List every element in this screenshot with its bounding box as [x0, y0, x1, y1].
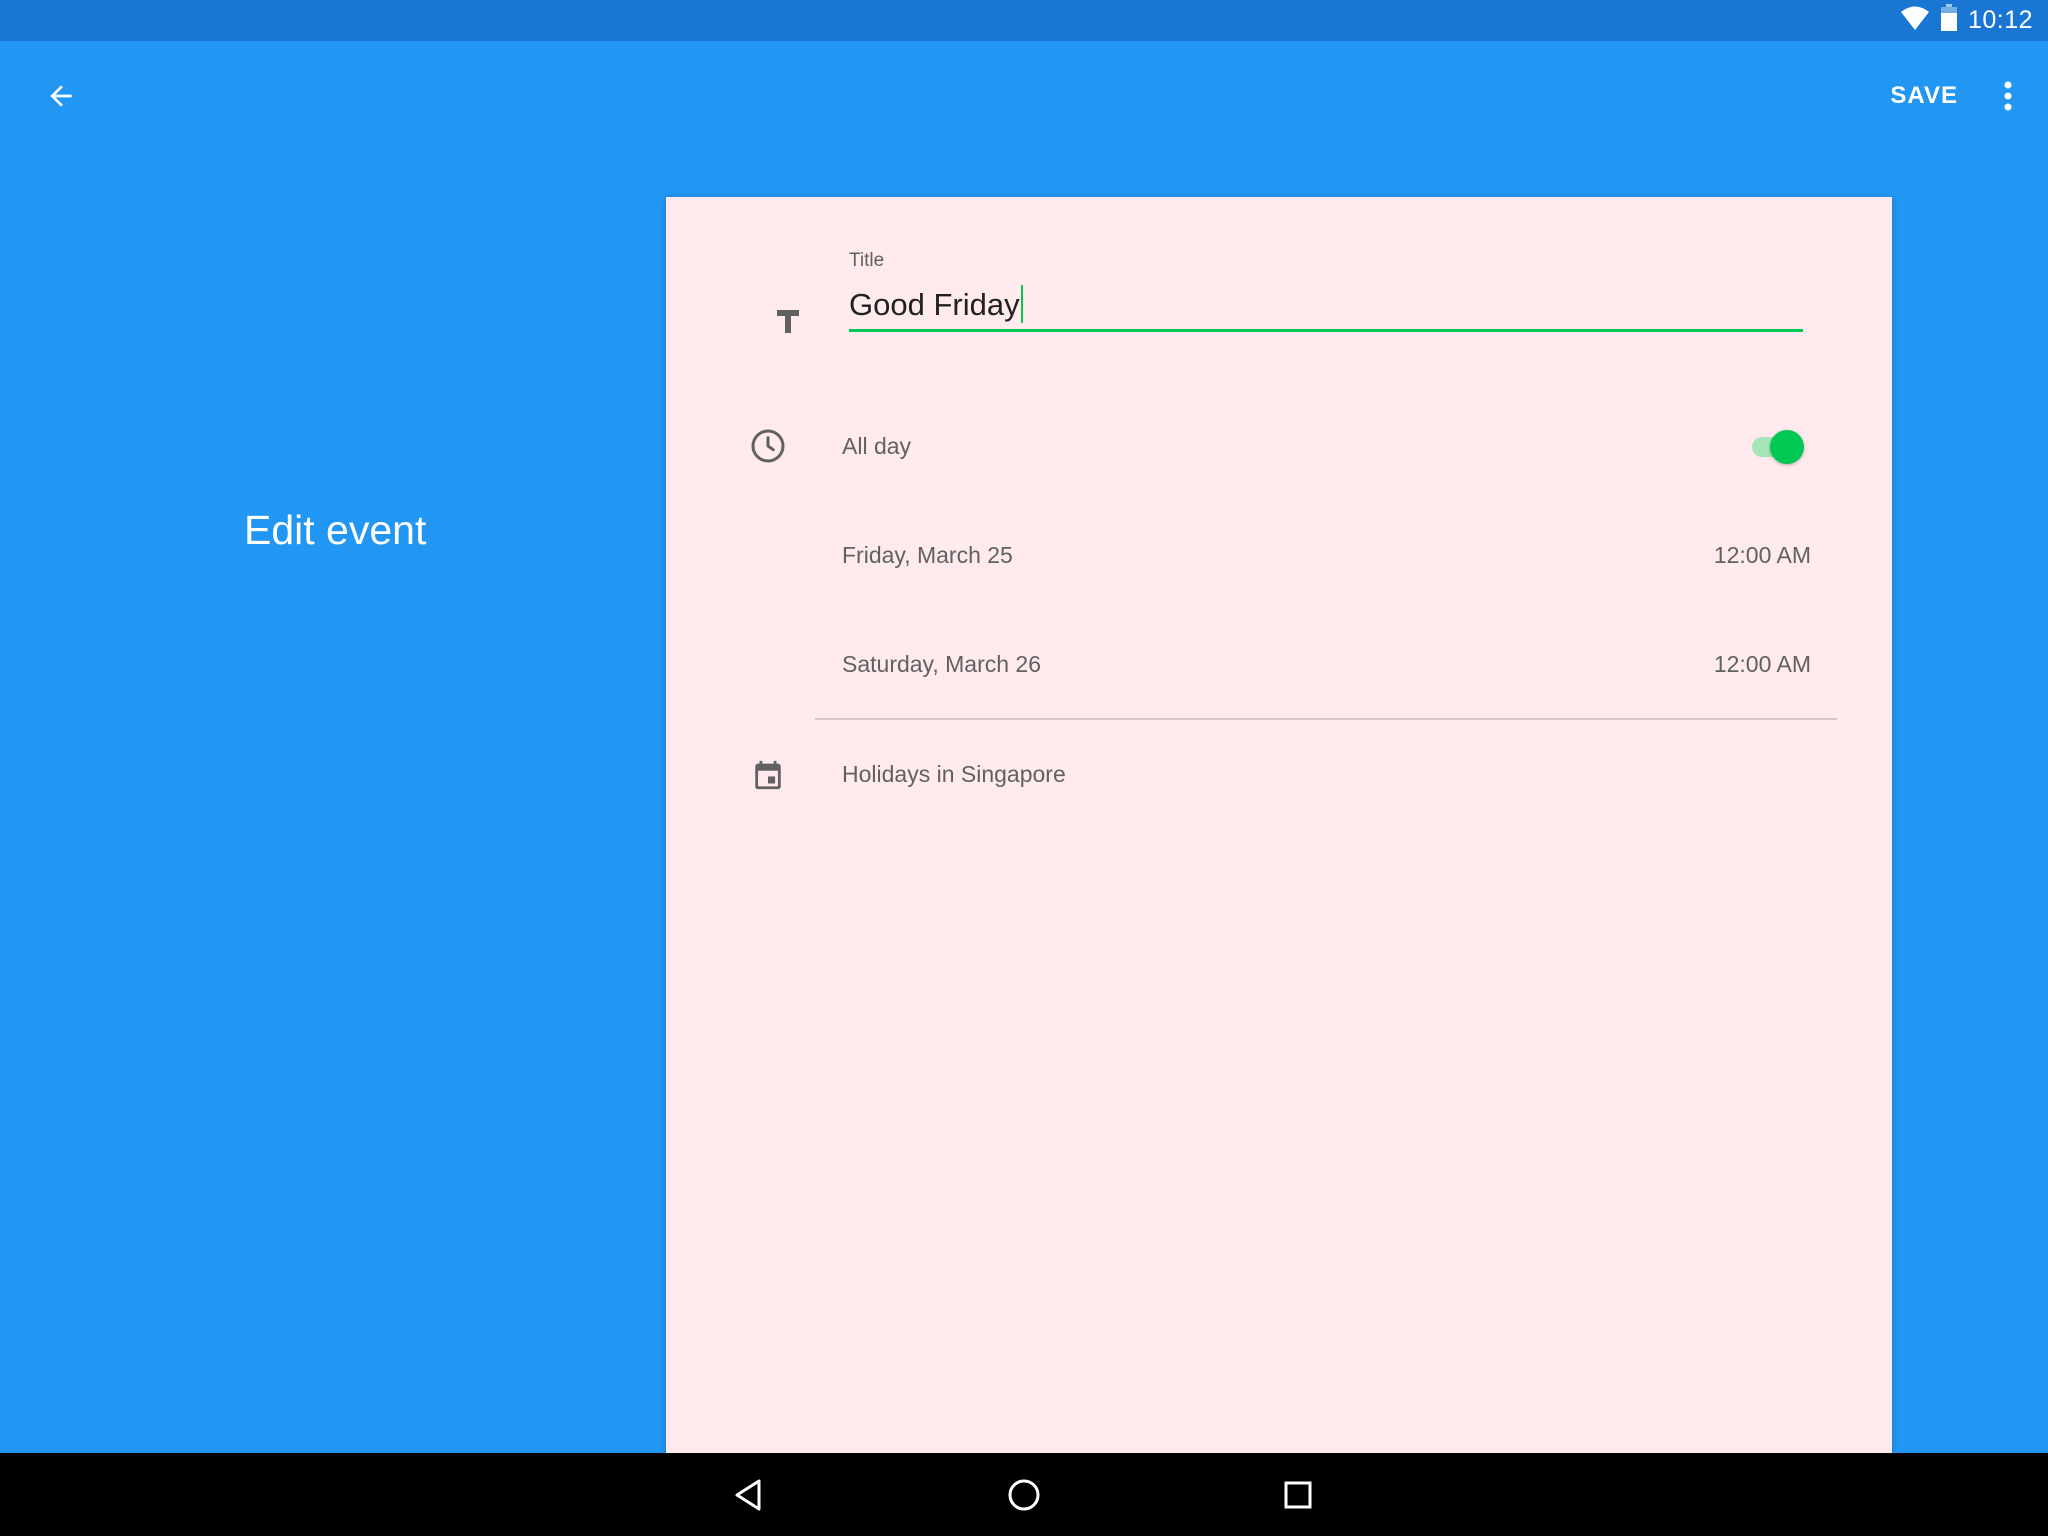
status-indicators: 10:12: [1900, 0, 2033, 41]
app-toolbar: SAVE: [0, 41, 2048, 149]
title-input-value: Good Friday: [849, 287, 1020, 322]
nav-back-icon: [735, 1479, 761, 1511]
nav-home-icon: [1008, 1479, 1040, 1511]
page-title: Edit event: [244, 507, 427, 553]
calendar-selector[interactable]: Holidays in Singapore: [842, 757, 1066, 791]
text-format-icon: [768, 301, 808, 341]
system-nav-bar: [0, 1453, 2048, 1536]
all-day-toggle[interactable]: [1748, 425, 1806, 467]
status-bar: 10:12: [0, 0, 2048, 41]
start-time[interactable]: 12:00 AM: [1714, 538, 1811, 572]
nav-home-button[interactable]: [996, 1467, 1052, 1523]
end-date[interactable]: Saturday, March 26: [842, 647, 1041, 681]
title-input[interactable]: Good Friday: [849, 281, 1803, 332]
start-date[interactable]: Friday, March 25: [842, 538, 1013, 572]
text-cursor: [1020, 284, 1023, 323]
end-time[interactable]: 12:00 AM: [1714, 647, 1811, 681]
back-button[interactable]: [36, 71, 86, 121]
arrow-back-icon: [50, 85, 72, 107]
more-options-button[interactable]: [1986, 71, 2030, 121]
more-vert-icon: [2004, 81, 2012, 111]
title-label: Title: [849, 250, 885, 271]
status-time: 10:12: [1967, 6, 2033, 34]
wifi-icon: [1900, 5, 1930, 36]
nav-recents-icon: [1284, 1481, 1312, 1509]
clock-icon: [748, 426, 788, 466]
all-day-label: All day: [842, 433, 912, 459]
event-form-card: Title Good Friday All day Friday, March …: [666, 197, 1892, 1453]
save-button[interactable]: SAVE: [1890, 77, 1958, 115]
calendar-icon: [748, 755, 788, 795]
toggle-thumb: [1770, 430, 1804, 464]
section-divider: [815, 718, 1837, 720]
nav-back-button[interactable]: [720, 1467, 776, 1523]
nav-recents-button[interactable]: [1270, 1467, 1326, 1523]
battery-icon: [1940, 4, 1958, 37]
